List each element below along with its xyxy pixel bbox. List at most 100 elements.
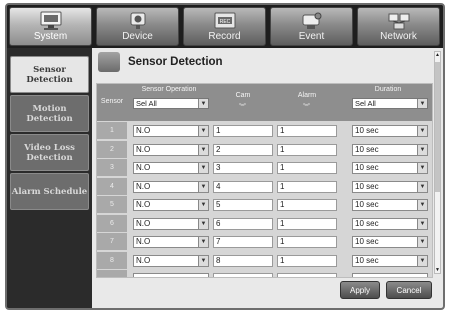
- tab-event-label: Event: [298, 31, 325, 42]
- cam-field[interactable]: 1: [213, 125, 273, 137]
- cam-field[interactable]: 3: [213, 162, 273, 174]
- alarm-field[interactable]: 1: [277, 143, 337, 156]
- duration-select[interactable]: 10 sec ▼: [352, 143, 428, 156]
- duration-select[interactable]: 10 sec ▼: [352, 180, 428, 193]
- dropdown-arrow-icon: ▼: [417, 181, 427, 192]
- chevron-down-icon[interactable]: ︾: [303, 102, 310, 112]
- alarm-field[interactable]: 1: [277, 217, 337, 230]
- sidebar-item-sensor-detection[interactable]: Sensor Detection: [10, 56, 89, 93]
- alarm-field[interactable]: 1: [277, 180, 337, 193]
- sensor-operation-value: N.O: [136, 237, 151, 246]
- alarm-field[interactable]: 1: [277, 162, 337, 174]
- alarm-field[interactable]: [277, 273, 337, 277]
- sensor-operation-select[interactable]: N.O ▼: [133, 125, 209, 137]
- apply-button[interactable]: Apply: [340, 281, 380, 299]
- camera-icon: [130, 12, 145, 29]
- table-row-partial: [97, 270, 432, 277]
- column-header-alarm: Alarm: [297, 92, 317, 99]
- sensor-operation-value: N.O: [136, 200, 151, 209]
- duration-select[interactable]: 10 sec ▼: [352, 199, 428, 211]
- sensor-number: 2: [97, 140, 127, 158]
- duration-select[interactable]: 10 sec ▼: [352, 217, 428, 230]
- sensor-operation-select[interactable]: N.O ▼: [133, 254, 209, 267]
- duration-value: 10 sec: [355, 200, 379, 209]
- alarm-field[interactable]: 1: [277, 125, 337, 137]
- cam-field[interactable]: [213, 273, 273, 277]
- chevron-down-icon[interactable]: ︾: [239, 102, 246, 112]
- sidebar: Sensor Detection Motion Detection Video …: [7, 48, 92, 308]
- column-header-cam: Cam: [235, 92, 251, 99]
- sensor-operation-select[interactable]: N.O ▼: [133, 180, 209, 193]
- sensor-number: 7: [97, 233, 127, 250]
- sensor-operation-select[interactable]: N.O ▼: [133, 199, 209, 211]
- duration-select-all[interactable]: Sel All ▼: [352, 98, 428, 109]
- cam-field[interactable]: 6: [213, 217, 273, 230]
- sensor-number: [97, 270, 127, 277]
- vertical-scrollbar[interactable]: ▲ ▼: [434, 51, 441, 274]
- select-all-value: Sel All: [136, 99, 157, 108]
- duration-value: 10 sec: [355, 126, 379, 135]
- sensor-operation-select[interactable]: N.O ▼: [133, 236, 209, 248]
- duration-select[interactable]: [352, 273, 428, 277]
- tab-system[interactable]: System: [9, 7, 92, 46]
- duration-select[interactable]: 10 sec ▼: [352, 125, 428, 137]
- dropdown-arrow-icon: ▼: [417, 99, 427, 108]
- dropdown-arrow-icon: ▼: [417, 237, 427, 247]
- cam-field[interactable]: 4: [213, 180, 273, 193]
- duration-value: 10 sec: [355, 218, 379, 228]
- sidebar-item-label: Alarm Schedule: [11, 186, 88, 197]
- sensor-number: 1: [97, 122, 127, 139]
- top-nav: System Device REC Record Event Network: [7, 5, 443, 48]
- table-row: 2 N.O ▼ 2 1 10 sec ▼: [97, 140, 432, 158]
- scroll-up-icon[interactable]: ▲: [435, 52, 440, 58]
- tab-event[interactable]: Event: [270, 7, 353, 46]
- cam-field[interactable]: 2: [213, 143, 273, 156]
- cam-field[interactable]: 8: [213, 254, 273, 267]
- sidebar-item-motion-detection[interactable]: Motion Detection: [10, 95, 89, 132]
- dropdown-arrow-icon: ▼: [417, 163, 427, 173]
- sidebar-item-label: Video Loss Detection: [24, 142, 75, 163]
- tab-record-label: Record: [208, 31, 241, 42]
- sidebar-item-alarm-schedule[interactable]: Alarm Schedule: [10, 173, 89, 210]
- sensor-operation-select[interactable]: N.O ▼: [133, 143, 209, 156]
- sensor-number: 3: [97, 159, 127, 176]
- alarm-field[interactable]: 1: [277, 199, 337, 211]
- sensor-operation-value: N.O: [136, 126, 151, 135]
- sensor-operation-select[interactable]: [133, 273, 209, 277]
- tab-device[interactable]: Device: [96, 7, 179, 46]
- column-header-duration: Duration: [374, 86, 402, 93]
- sensor-operation-value: N.O: [136, 255, 151, 265]
- column-header-sensor-operation: Sensor Operation: [141, 86, 197, 93]
- alarm-field[interactable]: 1: [277, 254, 337, 267]
- dropdown-arrow-icon: ▼: [198, 126, 208, 136]
- sensor-icon: [98, 52, 120, 72]
- cam-field[interactable]: 7: [213, 236, 273, 248]
- duration-select[interactable]: 10 sec ▼: [352, 236, 428, 248]
- duration-value: 10 sec: [355, 181, 379, 191]
- network-icon: [388, 13, 409, 30]
- dropdown-arrow-icon: ▼: [198, 144, 208, 155]
- tab-network[interactable]: Network: [357, 7, 440, 46]
- sensor-operation-select-all[interactable]: Sel All ▼: [133, 98, 209, 109]
- sensor-operation-select[interactable]: N.O ▼: [133, 217, 209, 230]
- alarm-field[interactable]: 1: [277, 236, 337, 248]
- dropdown-arrow-icon: ▼: [198, 163, 208, 173]
- sensor-table: Sensor Sensor Operation Sel All ▼ Cam ︾ …: [96, 83, 433, 278]
- duration-select[interactable]: 10 sec ▼: [352, 162, 428, 174]
- dropdown-arrow-icon: ▼: [198, 255, 208, 266]
- sidebar-item-video-loss-detection[interactable]: Video Loss Detection: [10, 134, 89, 171]
- scroll-down-icon[interactable]: ▼: [435, 267, 440, 273]
- scroll-thumb[interactable]: [435, 62, 440, 192]
- cam-field[interactable]: 5: [213, 199, 273, 211]
- sensor-operation-select[interactable]: N.O ▼: [133, 162, 209, 174]
- page-title: Sensor Detection: [128, 56, 223, 68]
- duration-select[interactable]: 10 sec ▼: [352, 254, 428, 267]
- cancel-button[interactable]: Cancel: [386, 281, 432, 299]
- sensor-number: 8: [97, 251, 127, 269]
- tab-record[interactable]: REC Record: [183, 7, 266, 46]
- dropdown-arrow-icon: ▼: [417, 255, 427, 266]
- sensor-operation-value: N.O: [136, 218, 151, 228]
- dropdown-arrow-icon: ▼: [417, 144, 427, 155]
- dropdown-arrow-icon: ▼: [417, 200, 427, 210]
- tab-network-label: Network: [380, 31, 417, 42]
